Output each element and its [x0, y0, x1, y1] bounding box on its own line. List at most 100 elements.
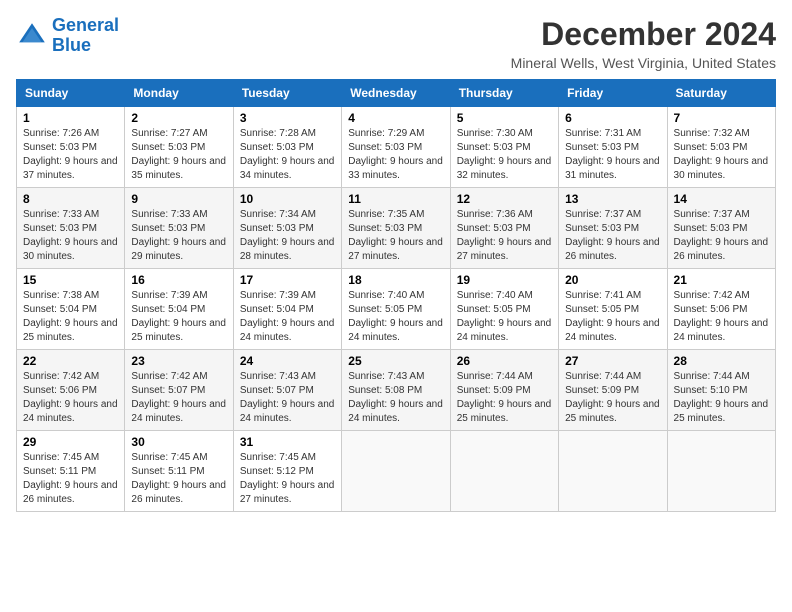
- day-info: Sunrise: 7:37 AM Sunset: 5:03 PM Dayligh…: [674, 208, 769, 264]
- day-number: 28: [674, 354, 769, 368]
- calendar-cell: [342, 431, 450, 512]
- day-number: 4: [348, 111, 443, 125]
- calendar-cell: 14 Sunrise: 7:37 AM Sunset: 5:03 PM Dayl…: [667, 188, 775, 269]
- calendar-header-cell: Thursday: [450, 80, 558, 107]
- calendar-cell: 28 Sunrise: 7:44 AM Sunset: 5:10 PM Dayl…: [667, 350, 775, 431]
- day-info: Sunrise: 7:33 AM Sunset: 5:03 PM Dayligh…: [131, 208, 226, 264]
- day-info: Sunrise: 7:31 AM Sunset: 5:03 PM Dayligh…: [565, 127, 660, 183]
- day-info: Sunrise: 7:28 AM Sunset: 5:03 PM Dayligh…: [240, 127, 335, 183]
- calendar-cell: 5 Sunrise: 7:30 AM Sunset: 5:03 PM Dayli…: [450, 107, 558, 188]
- day-info: Sunrise: 7:41 AM Sunset: 5:05 PM Dayligh…: [565, 289, 660, 345]
- calendar-cell: 9 Sunrise: 7:33 AM Sunset: 5:03 PM Dayli…: [125, 188, 233, 269]
- calendar-header-cell: Sunday: [17, 80, 125, 107]
- day-info: Sunrise: 7:44 AM Sunset: 5:10 PM Dayligh…: [674, 370, 769, 426]
- day-info: Sunrise: 7:29 AM Sunset: 5:03 PM Dayligh…: [348, 127, 443, 183]
- day-number: 24: [240, 354, 335, 368]
- calendar-cell: 24 Sunrise: 7:43 AM Sunset: 5:07 PM Dayl…: [233, 350, 341, 431]
- day-info: Sunrise: 7:40 AM Sunset: 5:05 PM Dayligh…: [457, 289, 552, 345]
- day-info: Sunrise: 7:42 AM Sunset: 5:06 PM Dayligh…: [674, 289, 769, 345]
- calendar-cell: 22 Sunrise: 7:42 AM Sunset: 5:06 PM Dayl…: [17, 350, 125, 431]
- calendar-cell: 6 Sunrise: 7:31 AM Sunset: 5:03 PM Dayli…: [559, 107, 667, 188]
- calendar-cell: 1 Sunrise: 7:26 AM Sunset: 5:03 PM Dayli…: [17, 107, 125, 188]
- logo-line2: Blue: [52, 35, 91, 55]
- calendar-cell: 26 Sunrise: 7:44 AM Sunset: 5:09 PM Dayl…: [450, 350, 558, 431]
- calendar-cell: 10 Sunrise: 7:34 AM Sunset: 5:03 PM Dayl…: [233, 188, 341, 269]
- calendar-cell: 4 Sunrise: 7:29 AM Sunset: 5:03 PM Dayli…: [342, 107, 450, 188]
- day-info: Sunrise: 7:34 AM Sunset: 5:03 PM Dayligh…: [240, 208, 335, 264]
- logo-line1: General: [52, 15, 119, 35]
- day-info: Sunrise: 7:43 AM Sunset: 5:08 PM Dayligh…: [348, 370, 443, 426]
- calendar-week-row: 15 Sunrise: 7:38 AM Sunset: 5:04 PM Dayl…: [17, 269, 776, 350]
- day-info: Sunrise: 7:40 AM Sunset: 5:05 PM Dayligh…: [348, 289, 443, 345]
- day-number: 25: [348, 354, 443, 368]
- day-info: Sunrise: 7:37 AM Sunset: 5:03 PM Dayligh…: [565, 208, 660, 264]
- calendar-cell: 11 Sunrise: 7:35 AM Sunset: 5:03 PM Dayl…: [342, 188, 450, 269]
- day-number: 23: [131, 354, 226, 368]
- day-info: Sunrise: 7:26 AM Sunset: 5:03 PM Dayligh…: [23, 127, 118, 183]
- calendar-cell: [559, 431, 667, 512]
- calendar-header-cell: Saturday: [667, 80, 775, 107]
- day-info: Sunrise: 7:44 AM Sunset: 5:09 PM Dayligh…: [565, 370, 660, 426]
- day-info: Sunrise: 7:27 AM Sunset: 5:03 PM Dayligh…: [131, 127, 226, 183]
- day-number: 5: [457, 111, 552, 125]
- day-number: 8: [23, 192, 118, 206]
- subtitle: Mineral Wells, West Virginia, United Sta…: [511, 55, 776, 71]
- day-number: 30: [131, 435, 226, 449]
- calendar-cell: 2 Sunrise: 7:27 AM Sunset: 5:03 PM Dayli…: [125, 107, 233, 188]
- day-info: Sunrise: 7:36 AM Sunset: 5:03 PM Dayligh…: [457, 208, 552, 264]
- calendar-cell: 3 Sunrise: 7:28 AM Sunset: 5:03 PM Dayli…: [233, 107, 341, 188]
- day-info: Sunrise: 7:39 AM Sunset: 5:04 PM Dayligh…: [240, 289, 335, 345]
- day-info: Sunrise: 7:30 AM Sunset: 5:03 PM Dayligh…: [457, 127, 552, 183]
- day-info: Sunrise: 7:32 AM Sunset: 5:03 PM Dayligh…: [674, 127, 769, 183]
- day-number: 12: [457, 192, 552, 206]
- day-info: Sunrise: 7:45 AM Sunset: 5:11 PM Dayligh…: [131, 451, 226, 507]
- calendar-cell: 21 Sunrise: 7:42 AM Sunset: 5:06 PM Dayl…: [667, 269, 775, 350]
- day-number: 20: [565, 273, 660, 287]
- calendar-week-row: 29 Sunrise: 7:45 AM Sunset: 5:11 PM Dayl…: [17, 431, 776, 512]
- calendar-cell: 7 Sunrise: 7:32 AM Sunset: 5:03 PM Dayli…: [667, 107, 775, 188]
- calendar-header-cell: Monday: [125, 80, 233, 107]
- calendar-cell: 13 Sunrise: 7:37 AM Sunset: 5:03 PM Dayl…: [559, 188, 667, 269]
- day-info: Sunrise: 7:39 AM Sunset: 5:04 PM Dayligh…: [131, 289, 226, 345]
- calendar-cell: 20 Sunrise: 7:41 AM Sunset: 5:05 PM Dayl…: [559, 269, 667, 350]
- calendar-cell: 25 Sunrise: 7:43 AM Sunset: 5:08 PM Dayl…: [342, 350, 450, 431]
- day-number: 14: [674, 192, 769, 206]
- calendar-cell: 29 Sunrise: 7:45 AM Sunset: 5:11 PM Dayl…: [17, 431, 125, 512]
- calendar-cell: 23 Sunrise: 7:42 AM Sunset: 5:07 PM Dayl…: [125, 350, 233, 431]
- calendar-cell: 12 Sunrise: 7:36 AM Sunset: 5:03 PM Dayl…: [450, 188, 558, 269]
- title-area: December 2024 Mineral Wells, West Virgin…: [511, 16, 776, 71]
- day-number: 16: [131, 273, 226, 287]
- day-info: Sunrise: 7:42 AM Sunset: 5:07 PM Dayligh…: [131, 370, 226, 426]
- day-number: 19: [457, 273, 552, 287]
- calendar: SundayMondayTuesdayWednesdayThursdayFrid…: [16, 79, 776, 512]
- day-number: 27: [565, 354, 660, 368]
- day-number: 22: [23, 354, 118, 368]
- calendar-header-cell: Friday: [559, 80, 667, 107]
- calendar-week-row: 1 Sunrise: 7:26 AM Sunset: 5:03 PM Dayli…: [17, 107, 776, 188]
- day-number: 1: [23, 111, 118, 125]
- calendar-cell: 17 Sunrise: 7:39 AM Sunset: 5:04 PM Dayl…: [233, 269, 341, 350]
- calendar-header-row: SundayMondayTuesdayWednesdayThursdayFrid…: [17, 80, 776, 107]
- main-title: December 2024: [511, 16, 776, 53]
- day-number: 11: [348, 192, 443, 206]
- calendar-cell: 27 Sunrise: 7:44 AM Sunset: 5:09 PM Dayl…: [559, 350, 667, 431]
- day-number: 15: [23, 273, 118, 287]
- header: General Blue December 2024 Mineral Wells…: [16, 16, 776, 71]
- calendar-cell: 19 Sunrise: 7:40 AM Sunset: 5:05 PM Dayl…: [450, 269, 558, 350]
- calendar-body: 1 Sunrise: 7:26 AM Sunset: 5:03 PM Dayli…: [17, 107, 776, 512]
- calendar-week-row: 22 Sunrise: 7:42 AM Sunset: 5:06 PM Dayl…: [17, 350, 776, 431]
- day-info: Sunrise: 7:38 AM Sunset: 5:04 PM Dayligh…: [23, 289, 118, 345]
- day-number: 6: [565, 111, 660, 125]
- day-info: Sunrise: 7:45 AM Sunset: 5:11 PM Dayligh…: [23, 451, 118, 507]
- calendar-cell: [667, 431, 775, 512]
- day-number: 21: [674, 273, 769, 287]
- calendar-cell: 30 Sunrise: 7:45 AM Sunset: 5:11 PM Dayl…: [125, 431, 233, 512]
- day-info: Sunrise: 7:44 AM Sunset: 5:09 PM Dayligh…: [457, 370, 552, 426]
- day-number: 29: [23, 435, 118, 449]
- calendar-cell: 15 Sunrise: 7:38 AM Sunset: 5:04 PM Dayl…: [17, 269, 125, 350]
- day-number: 9: [131, 192, 226, 206]
- day-number: 31: [240, 435, 335, 449]
- day-number: 17: [240, 273, 335, 287]
- day-info: Sunrise: 7:33 AM Sunset: 5:03 PM Dayligh…: [23, 208, 118, 264]
- day-number: 26: [457, 354, 552, 368]
